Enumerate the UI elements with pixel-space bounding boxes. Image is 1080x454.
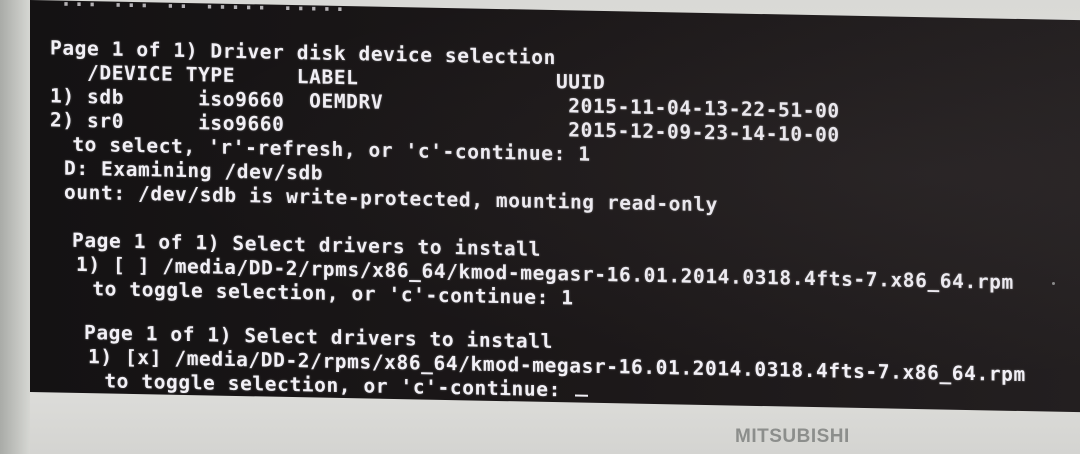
dust-speck [1052,282,1055,285]
terminal-screen[interactable]: ... ... .. ..... ..... Page 1 of 1) Driv… [30,0,1080,413]
mount-message: ount: /dev/sdb is write-protected, mount… [64,180,719,217]
monitor-edge [0,0,30,454]
monitor-brand-logo: MITSUBISHI [735,426,850,447]
text-cursor [575,394,589,397]
